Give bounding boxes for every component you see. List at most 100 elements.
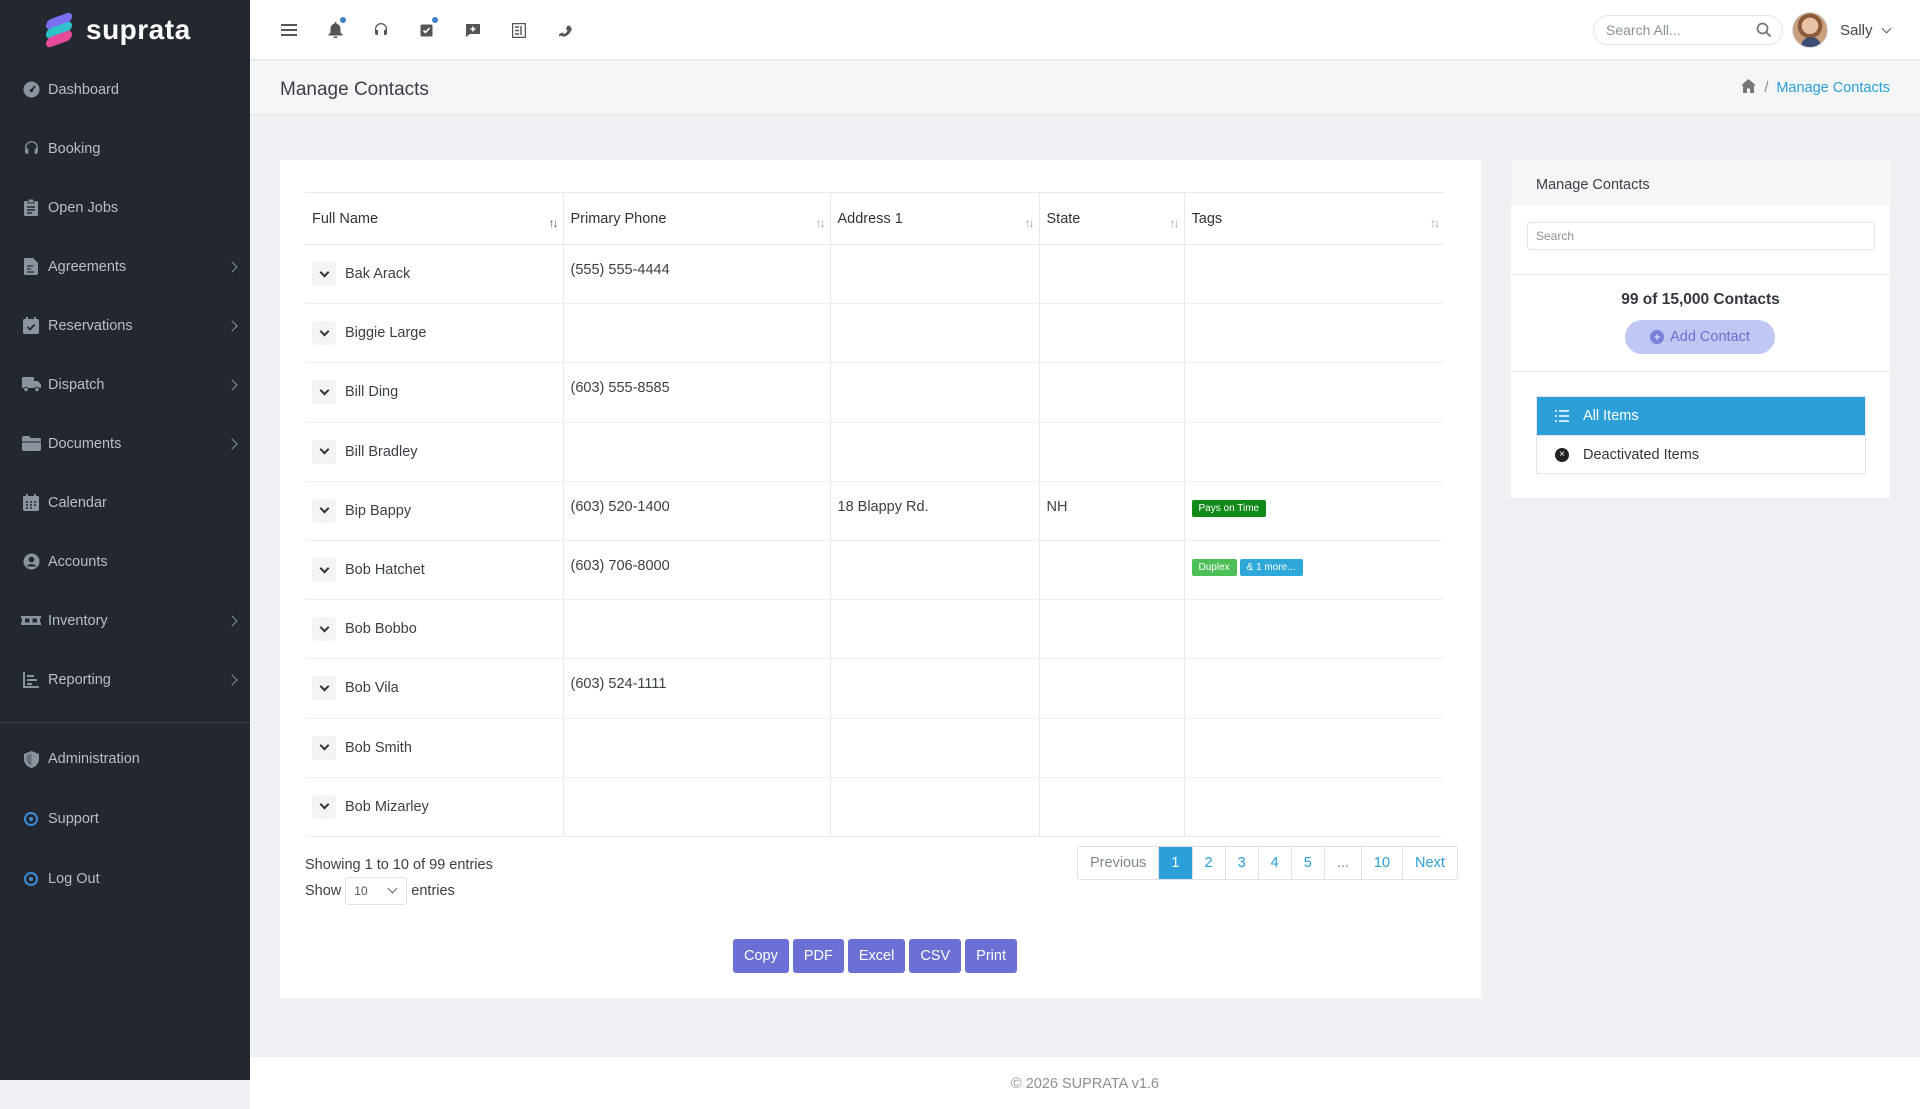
sidebar-item-open-jobs[interactable]: Open Jobs (0, 178, 250, 237)
contact-name[interactable]: Bob Smith (345, 740, 412, 756)
filter-deactivated-items[interactable]: × Deactivated Items (1537, 435, 1865, 473)
expand-row-button[interactable] (312, 321, 336, 346)
pagination-page-3[interactable]: 3 (1224, 847, 1258, 879)
expand-row-button[interactable] (312, 676, 336, 701)
export-print-button[interactable]: Print (965, 939, 1017, 973)
pagination-previous-button[interactable]: Previous (1078, 847, 1158, 879)
panel-search-input[interactable] (1527, 222, 1875, 250)
logo[interactable]: suprata (0, 0, 250, 60)
table-row[interactable]: Bob Vila (603) 524-1111 (305, 658, 1444, 719)
sort-icon[interactable]: ↑↓ (1170, 216, 1180, 230)
cell-full-name: Bill Ding (305, 362, 563, 423)
sidebar-item-administration[interactable]: Administration (0, 729, 250, 789)
sort-icon[interactable]: ↑↓ (549, 216, 559, 230)
table-row[interactable]: Bob Mizarley (305, 777, 1444, 837)
column-header-primary-phone[interactable]: Primary Phone ↑↓ (562, 192, 830, 245)
expand-row-button[interactable] (312, 794, 336, 819)
message-plus-icon[interactable] (450, 0, 496, 60)
contact-name[interactable]: Bob Hatchet (345, 562, 425, 578)
contact-name[interactable]: Bob Vila (345, 680, 399, 696)
expand-row-button[interactable] (312, 439, 336, 464)
table-row[interactable]: Bob Hatchet (603) 706-8000 Duplex & 1 more.… (305, 540, 1444, 601)
chevron-right-icon (226, 437, 238, 450)
home-icon[interactable] (1741, 79, 1757, 97)
export-pdf-button[interactable]: PDF (792, 939, 844, 973)
page-size-select[interactable]: 10 (345, 877, 408, 905)
contact-name[interactable]: Bak Arack (345, 266, 410, 282)
avatar[interactable] (1792, 12, 1828, 48)
contact-name[interactable]: Biggie Large (345, 325, 426, 341)
entries-label: entries (411, 883, 455, 899)
column-header-address-1[interactable]: Address 1 ↑↓ (829, 192, 1039, 245)
sidebar-item-reservations[interactable]: Reservations (0, 296, 250, 355)
pagination-page-4[interactable]: 4 (1257, 847, 1291, 879)
sidebar-item-inventory[interactable]: Inventory (0, 591, 250, 650)
cell-full-name: Biggie Large (305, 303, 563, 364)
contact-name[interactable]: Bill Bradley (345, 444, 418, 460)
column-header-full-name[interactable]: Full Name ↑↓ (305, 192, 563, 245)
breadcrumb-current[interactable]: Manage Contacts (1776, 80, 1890, 96)
menu-icon[interactable] (266, 0, 312, 60)
user-menu[interactable]: Sally (1792, 12, 1891, 48)
table-header-row: Full Name ↑↓ Primary Phone ↑↓ Address 1 ↑↓ Sta… (305, 192, 1444, 245)
cell-tags: Duplex & 1 more... (1183, 540, 1444, 601)
sidebar-item-documents[interactable]: Documents (0, 414, 250, 473)
pagination-page-2[interactable]: 2 (1191, 847, 1225, 879)
table-row[interactable]: Bill Bradley (305, 422, 1444, 482)
expand-row-button[interactable] (312, 735, 336, 760)
expand-row-button[interactable] (312, 498, 336, 523)
export-copy-button[interactable]: Copy (733, 939, 789, 973)
table-row[interactable]: Bak Arack (555) 555-4444 (305, 244, 1444, 305)
export-excel-button[interactable]: Excel (847, 939, 906, 973)
export-csv-button[interactable]: CSV (909, 939, 962, 973)
tasks-icon[interactable] (404, 0, 450, 60)
expand-row-button[interactable] (312, 617, 336, 642)
cell-tags (1183, 658, 1444, 719)
column-header-tags[interactable]: Tags ↑↓ (1183, 192, 1444, 245)
search-icon[interactable] (1756, 22, 1772, 41)
phone-icon[interactable] (542, 0, 588, 60)
pagination-page-1[interactable]: 1 (1158, 847, 1192, 879)
sort-icon[interactable]: ↑↓ (1430, 216, 1440, 230)
sidebar-item-agreements[interactable]: Agreements (0, 237, 250, 296)
table-row[interactable]: Bip Bappy (603) 520-1400 18 Blappy Rd. NH Pa… (305, 481, 1444, 541)
cell-address: 18 Blappy Rd. (829, 481, 1039, 541)
headset-icon[interactable] (358, 0, 404, 60)
filter-all-items[interactable]: All Items (1537, 397, 1865, 435)
sort-icon[interactable]: ↑↓ (816, 216, 826, 230)
sidebar-item-dashboard[interactable]: Dashboard (0, 60, 250, 119)
pagination-next-button[interactable]: Next (1402, 847, 1457, 879)
pagination-ellipsis: ... (1323, 847, 1361, 879)
ledger-icon[interactable] (496, 0, 542, 60)
pagination-page-10[interactable]: 10 (1360, 847, 1402, 879)
clipboard-icon (21, 198, 41, 218)
table-row[interactable]: Bob Bobbo (305, 599, 1444, 660)
global-search-input[interactable] (1594, 22, 1744, 38)
sidebar-item-accounts[interactable]: Accounts (0, 532, 250, 591)
sidebar-item-booking[interactable]: Booking (0, 119, 250, 178)
sort-icon[interactable]: ↑↓ (1025, 216, 1035, 230)
bell-icon[interactable] (312, 0, 358, 60)
contact-name[interactable]: Bob Bobbo (345, 621, 417, 637)
contact-name[interactable]: Bill Ding (345, 384, 398, 400)
panel-title: Manage Contacts (1511, 160, 1890, 206)
pagination-page-5[interactable]: 5 (1290, 847, 1324, 879)
tag-badge: Duplex (1191, 559, 1237, 577)
expand-row-button[interactable] (312, 558, 336, 583)
expand-row-button[interactable] (312, 380, 336, 405)
table-row[interactable]: Biggie Large (305, 303, 1444, 364)
table-row[interactable]: Bill Ding (603) 555-8585 (305, 362, 1444, 423)
sidebar-item-support[interactable]: Support (0, 789, 250, 849)
contact-name[interactable]: Bob Mizarley (345, 799, 429, 815)
contact-name[interactable]: Bip Bappy (345, 503, 411, 519)
column-header-state[interactable]: State ↑↓ (1038, 192, 1184, 245)
table-row[interactable]: Bob Smith (305, 718, 1444, 778)
expand-row-button[interactable] (312, 262, 336, 287)
sidebar-item-reporting[interactable]: Reporting (0, 650, 250, 709)
add-contact-button[interactable]: + Add Contact (1625, 320, 1775, 354)
cell-primary-phone: (603) 706-8000 (562, 540, 830, 601)
sidebar-item-dispatch[interactable]: Dispatch (0, 355, 250, 414)
user-name: Sally (1840, 21, 1873, 39)
sidebar-item-log-out[interactable]: Log Out (0, 849, 250, 909)
sidebar-item-calendar[interactable]: Calendar (0, 473, 250, 532)
